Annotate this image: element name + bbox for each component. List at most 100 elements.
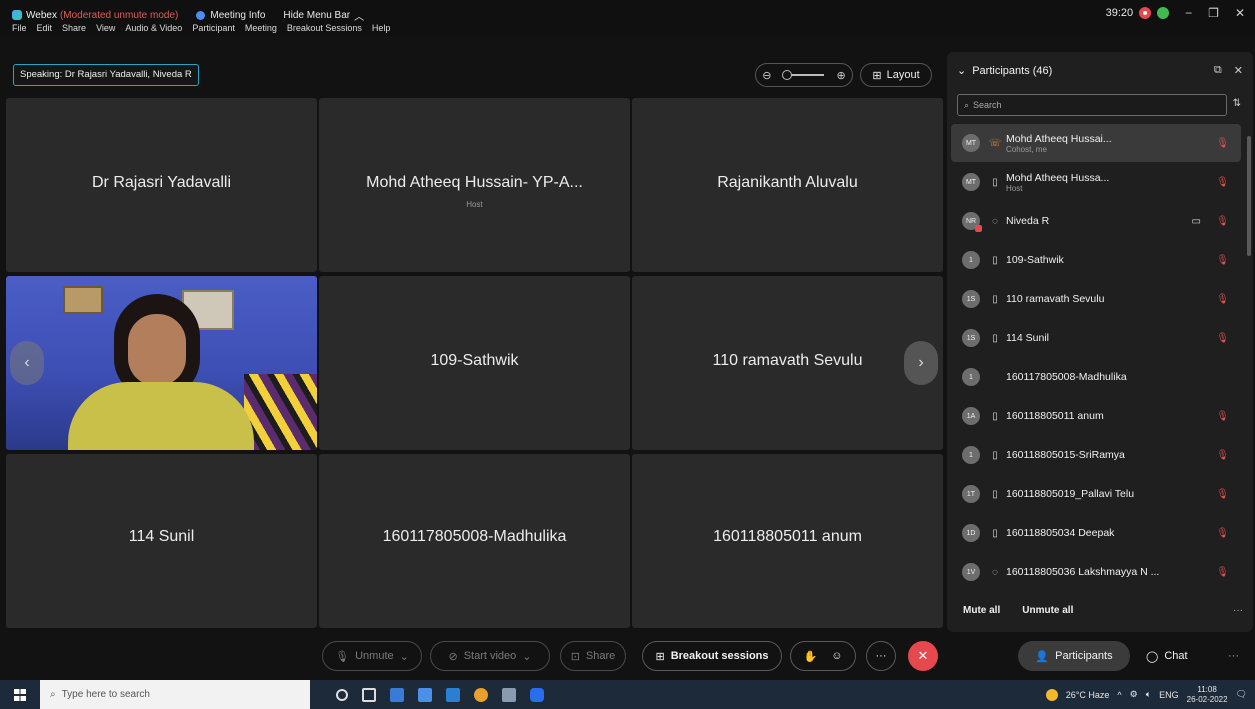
connection-icon[interactable]: [1157, 7, 1170, 19]
device-icon: ▯: [992, 527, 998, 539]
network-icon[interactable]: ⚙: [1130, 689, 1138, 700]
participants-button[interactable]: 👤 Participants: [1018, 641, 1130, 671]
participant-row[interactable]: 1 160117805008-Madhulika: [951, 358, 1241, 396]
participant-row[interactable]: 1S ▯ 110 ramavath Sevulu 🎙︎: [951, 280, 1241, 318]
recording-icon[interactable]: [1139, 7, 1152, 19]
participants-header[interactable]: ⌄ Participants (46): [957, 64, 1052, 78]
chat-button[interactable]: ◯ Chat: [1146, 641, 1188, 671]
close-panel-icon[interactable]: ✕: [1234, 64, 1243, 77]
hide-menu-bar-button[interactable]: Hide Menu Bar ︿: [283, 8, 364, 23]
video-tile[interactable]: 160117805008-Madhulika: [319, 454, 630, 628]
zoom-out-icon[interactable]: ⊖: [762, 69, 771, 82]
layout-button[interactable]: ⊞ Layout: [860, 63, 932, 87]
muted-mic-icon[interactable]: 🎙︎: [1216, 567, 1229, 578]
volume-icon[interactable]: 🔈︎: [1146, 689, 1151, 700]
zoom-in-icon[interactable]: ⊕: [837, 69, 846, 82]
video-tile[interactable]: Rajanikanth Aluvalu: [632, 98, 943, 272]
start-video-button[interactable]: ⊘ Start video ⌄: [430, 641, 550, 671]
avatar: 1V: [962, 563, 980, 581]
participant-row[interactable]: MT ☏ Mohd Atheeq Hussai... Cohost, me 🎙︎: [951, 124, 1241, 162]
menu-meeting[interactable]: Meeting: [245, 23, 277, 33]
unmute-all-button[interactable]: Unmute all: [1022, 605, 1073, 616]
leave-meeting-button[interactable]: ✕: [908, 641, 938, 671]
chevron-down-icon[interactable]: ⌄: [957, 64, 966, 77]
task-view-icon[interactable]: [362, 687, 376, 702]
zoom-control[interactable]: ⊖ ⊕: [755, 63, 853, 87]
language-indicator[interactable]: ENG: [1159, 690, 1179, 700]
app-icon[interactable]: [502, 687, 516, 702]
chevron-up-icon[interactable]: ^: [1117, 690, 1121, 700]
chrome-icon[interactable]: [474, 687, 488, 702]
more-options-icon[interactable]: ···: [1228, 650, 1239, 662]
video-tile-live[interactable]: [6, 276, 317, 450]
video-tile[interactable]: 114 Sunil: [6, 454, 317, 628]
mute-all-button[interactable]: Mute all: [963, 605, 1000, 616]
menu-view[interactable]: View: [96, 23, 115, 33]
participant-row[interactable]: 1V ◌ 160118805036 Lakshmayya N ... 🎙︎: [951, 553, 1241, 591]
menu-participant[interactable]: Participant: [192, 23, 235, 33]
muted-mic-icon[interactable]: 🎙︎: [1216, 450, 1229, 461]
muted-mic-icon[interactable]: 🎙︎: [1216, 528, 1229, 539]
store-icon[interactable]: [418, 687, 432, 702]
menu-file[interactable]: File: [12, 23, 27, 33]
muted-mic-icon[interactable]: 🎙︎: [1216, 216, 1229, 227]
participant-row[interactable]: 1S ▯ 114 Sunil 🎙︎: [951, 319, 1241, 357]
weather-text[interactable]: 26°C Haze: [1066, 690, 1110, 700]
file-explorer-icon[interactable]: [390, 687, 404, 702]
video-tile[interactable]: Mohd Atheeq Hussain- YP-A... Host: [319, 98, 630, 272]
taskbar-search-input[interactable]: ⌕ Type here to search: [40, 680, 310, 709]
close-icon[interactable]: ✕: [1235, 6, 1245, 20]
previous-page-button[interactable]: ‹: [10, 341, 44, 385]
avatar: 1: [962, 446, 980, 464]
muted-mic-icon[interactable]: 🎙︎: [1216, 255, 1229, 266]
next-page-button[interactable]: ›: [904, 341, 938, 385]
more-options-icon[interactable]: ···: [1233, 605, 1243, 616]
participant-row[interactable]: 1 ▯ 160118805015-SriRamya 🎙︎: [951, 436, 1241, 474]
cortana-icon[interactable]: [336, 688, 348, 701]
more-button[interactable]: ···: [866, 641, 896, 671]
participant-row[interactable]: 1A ▯ 160118805011 anum 🎙︎: [951, 397, 1241, 435]
notification-icon[interactable]: 🗨︎: [1236, 689, 1247, 700]
participants-label: Participants: [1055, 650, 1113, 662]
participant-row[interactable]: NR ◌ Niveda R ▭ 🎙︎: [951, 202, 1241, 240]
emoji-icon[interactable]: ☺: [831, 650, 842, 662]
minimize-icon[interactable]: −: [1185, 6, 1192, 20]
participant-row[interactable]: 1T ▯ 160118805019_Pallavi Telu 🎙︎: [951, 475, 1241, 513]
unmute-button[interactable]: 🎙︎ Unmute ⌄: [322, 641, 422, 671]
muted-mic-icon[interactable]: 🎙︎: [1216, 489, 1229, 500]
participant-search-input[interactable]: ⌕ Search: [957, 94, 1227, 116]
clock[interactable]: 11:08 26-02-2022: [1187, 685, 1228, 705]
breakout-sessions-button[interactable]: ⊞ Breakout sessions: [642, 641, 782, 671]
weather-icon[interactable]: [1045, 688, 1058, 701]
menu-breakout-sessions[interactable]: Breakout Sessions: [287, 23, 362, 33]
participant-list-scrollbar[interactable]: [1247, 136, 1251, 256]
menu-edit[interactable]: Edit: [37, 23, 53, 33]
raise-hand-icon[interactable]: ✋: [804, 650, 818, 663]
menu-help[interactable]: Help: [372, 23, 391, 33]
mail-icon[interactable]: [446, 687, 460, 702]
popout-icon[interactable]: ⧉: [1214, 64, 1222, 77]
meeting-info-button[interactable]: Meeting Info: [196, 10, 265, 21]
share-button[interactable]: ⊡ Share: [560, 641, 626, 671]
muted-mic-icon[interactable]: 🎙︎: [1216, 294, 1229, 305]
menu-audio-video[interactable]: Audio & Video: [125, 23, 182, 33]
participant-row[interactable]: 1D ▯ 160118805034 Deepak 🎙︎: [951, 514, 1241, 552]
zoom-slider[interactable]: [781, 70, 824, 80]
menu-share[interactable]: Share: [62, 23, 86, 33]
video-tile[interactable]: 109-Sathwik: [319, 276, 630, 450]
sort-icon[interactable]: ⇅: [1233, 98, 1241, 109]
restore-icon[interactable]: ❐: [1208, 6, 1219, 20]
video-tile[interactable]: Dr Rajasri Yadavalli: [6, 98, 317, 272]
device-icon: ▯: [992, 254, 998, 266]
participant-row[interactable]: MT ▯ Mohd Atheeq Hussa... Host 🎙︎: [951, 163, 1241, 201]
webex-taskbar-icon[interactable]: [530, 687, 544, 702]
muted-mic-icon[interactable]: 🎙︎: [1216, 138, 1229, 149]
start-button[interactable]: [0, 680, 40, 709]
muted-mic-icon[interactable]: 🎙︎: [1216, 411, 1229, 422]
muted-mic-icon[interactable]: 🎙︎: [1216, 333, 1229, 344]
video-tile[interactable]: 160118805011 anum: [632, 454, 943, 628]
video-tile[interactable]: 110 ramavath Sevulu: [632, 276, 943, 450]
video-camera-icon[interactable]: ▭: [1192, 216, 1201, 227]
participant-row[interactable]: 1 ▯ 109-Sathwik 🎙︎: [951, 241, 1241, 279]
muted-mic-icon[interactable]: 🎙︎: [1216, 177, 1229, 188]
